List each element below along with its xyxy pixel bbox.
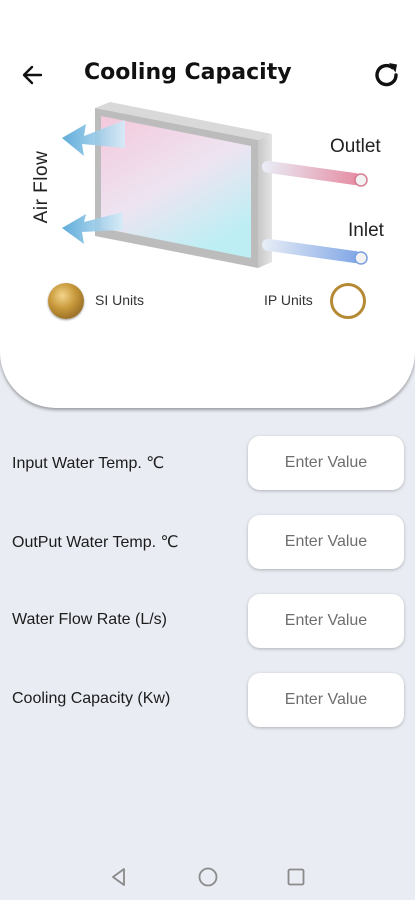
refresh-icon bbox=[375, 63, 398, 87]
refresh-button[interactable] bbox=[370, 58, 404, 92]
outlet-pipe bbox=[261, 160, 368, 187]
ip-units-radio[interactable] bbox=[330, 283, 366, 319]
si-units-radio-selected[interactable] bbox=[48, 283, 84, 319]
circle-home-icon bbox=[198, 867, 218, 887]
arrow-left-icon bbox=[22, 65, 43, 85]
back-button[interactable] bbox=[18, 60, 48, 90]
triangle-back-icon bbox=[112, 868, 125, 886]
nav-recents-button[interactable] bbox=[285, 866, 307, 888]
input-water-temp-field[interactable] bbox=[248, 436, 404, 490]
cooling-coil-diagram bbox=[62, 102, 368, 268]
output-water-temp-field[interactable] bbox=[248, 515, 404, 569]
nav-home-button[interactable] bbox=[197, 866, 219, 888]
input-water-temp-label: Input Water Temp. ℃ bbox=[12, 455, 165, 472]
airflow-label: Air Flow bbox=[31, 150, 52, 224]
page-title: Cooling Capacity bbox=[84, 60, 292, 85]
ip-units-label[interactable]: IP Units bbox=[264, 292, 313, 308]
input-water-temp-row: Input Water Temp. ℃ bbox=[0, 436, 415, 490]
nav-back-button[interactable] bbox=[108, 866, 130, 888]
outlet-label: Outlet bbox=[330, 136, 381, 157]
cooling-capacity-field[interactable] bbox=[248, 673, 404, 727]
water-flow-rate-label: Water Flow Rate (L/s) bbox=[12, 611, 167, 628]
system-navigation-bar bbox=[0, 852, 415, 900]
app-bar: Cooling Capacity bbox=[0, 50, 415, 98]
water-flow-rate-field[interactable] bbox=[248, 594, 404, 648]
cooling-capacity-row: Cooling Capacity (Kw) bbox=[0, 673, 415, 727]
cooling-capacity-label: Cooling Capacity (Kw) bbox=[12, 690, 171, 707]
output-water-temp-label: OutPut Water Temp. ℃ bbox=[12, 534, 179, 551]
si-units-label[interactable]: SI Units bbox=[95, 292, 144, 308]
output-water-temp-row: OutPut Water Temp. ℃ bbox=[0, 515, 415, 569]
inlet-label: Inlet bbox=[348, 220, 384, 241]
square-recents-icon bbox=[287, 868, 305, 886]
water-flow-rate-row: Water Flow Rate (L/s) bbox=[0, 594, 415, 648]
